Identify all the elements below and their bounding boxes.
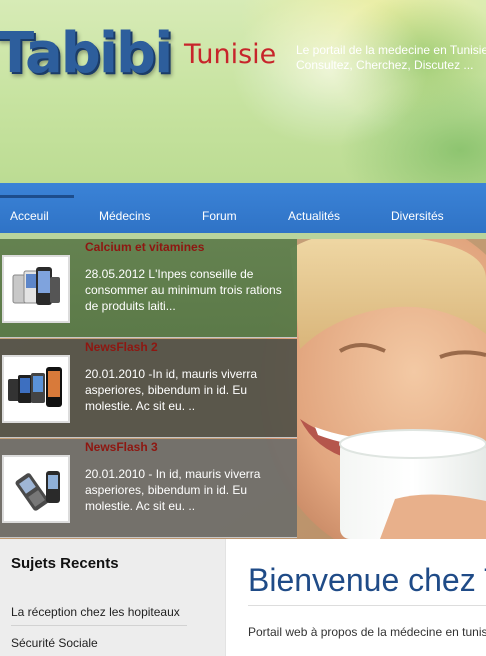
sidebar-divider	[11, 625, 187, 626]
news-slider: Calcium et vitamines 28.05.2012 L'Inpes …	[0, 239, 486, 539]
nav-item-medecins[interactable]: Médecins	[99, 209, 150, 223]
nav-item-acceuil[interactable]: Acceuil	[10, 209, 49, 223]
sidebar-link-reception[interactable]: La réception chez les hopiteaux	[11, 605, 180, 619]
nav-active-indicator	[0, 195, 74, 198]
news-title[interactable]: Calcium et vitamines	[85, 240, 204, 254]
sidebar-link-securite-sociale[interactable]: Sécurité Sociale	[11, 636, 98, 650]
intro-text: Portail web à propos de la médecine en t…	[248, 625, 486, 639]
news-excerpt: 20.01.2010 -In id, mauris viverra asperi…	[85, 367, 258, 413]
logo-tunisie: Tunisie	[184, 39, 277, 70]
phones-icon	[4, 257, 68, 321]
nav-item-actualites[interactable]: Actualités	[288, 209, 340, 223]
phones-icon	[4, 457, 68, 521]
nav-item-forum[interactable]: Forum	[202, 209, 237, 223]
news-excerpt: 28.05.2012 L'Inpes conseille de consomme…	[85, 267, 282, 313]
news-thumbnail[interactable]	[2, 455, 70, 523]
recent-topics-sidebar: Sujets Recents La réception chez les hop…	[0, 539, 225, 656]
news-item[interactable]: Calcium et vitamines 28.05.2012 L'Inpes …	[0, 239, 297, 338]
news-title[interactable]: NewsFlash 3	[85, 440, 158, 454]
news-thumbnail[interactable]	[2, 355, 70, 423]
main-content: Bienvenue chez Tabibi Portail web à prop…	[225, 539, 486, 656]
page-title: Bienvenue chez Tabibi	[248, 562, 486, 598]
news-title[interactable]: NewsFlash 2	[85, 340, 158, 354]
tagline-line-2: Consultez, Cherchez, Discutez ...	[296, 58, 474, 72]
nav-item-diversites[interactable]: Diversités	[391, 209, 444, 223]
news-thumbnail[interactable]	[2, 255, 70, 323]
title-divider	[248, 605, 486, 606]
main-nav: Acceuil Médecins Forum Actualités Divers…	[0, 183, 486, 233]
sidebar-title: Sujets Recents	[11, 555, 119, 572]
tagline-line-1: Le portail de la medecine en Tunisie	[296, 43, 486, 57]
news-excerpt: 20.01.2010 - In id, mauris viverra asper…	[85, 467, 261, 513]
news-item[interactable]: NewsFlash 2 20.01.2010 -In id, mauris vi…	[0, 339, 297, 438]
news-item[interactable]: NewsFlash 3 20.01.2010 - In id, mauris v…	[0, 439, 297, 538]
site-header: Tabibi Tunisie Le portail de la medecine…	[0, 0, 486, 183]
phones-icon	[4, 357, 68, 421]
logo-tabibi[interactable]: Tabibi	[0, 22, 173, 86]
header-tagline: Le portail de la medecine en Tunisie Con…	[296, 43, 486, 73]
